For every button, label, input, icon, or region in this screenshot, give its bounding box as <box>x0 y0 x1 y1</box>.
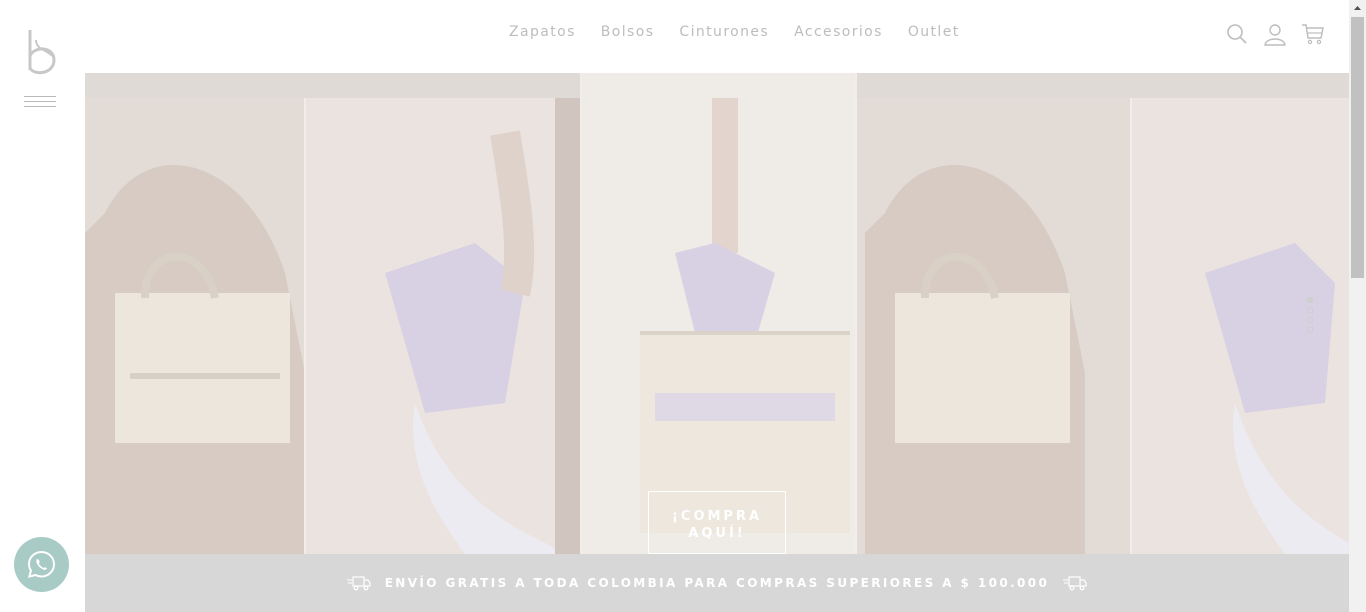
nav-item-cinturones[interactable]: Cinturones <box>679 24 769 40</box>
header-icons <box>1225 22 1325 46</box>
page-scrollbar[interactable] <box>1349 0 1366 612</box>
nav-item-accesorios[interactable]: Accesorios <box>794 24 883 40</box>
cta-line-2: AQUÍ! <box>688 526 746 541</box>
free-shipping-text: ENVÍO GRATIS A TODA COLOMBIA PARA COMPRA… <box>384 576 1050 590</box>
whatsapp-button[interactable] <box>14 537 69 592</box>
truck-icon <box>1063 576 1087 591</box>
slider-dot[interactable] <box>1307 317 1313 323</box>
hero-image <box>85 73 1349 554</box>
cart-icon[interactable] <box>1301 22 1325 46</box>
nav-item-zapatos[interactable]: Zapatos <box>509 24 576 40</box>
slider-dots <box>1307 297 1313 333</box>
shop-now-button[interactable]: ¡COMPRA AQUÍ! <box>648 491 786 554</box>
cta-line-1: ¡COMPRA <box>671 509 763 524</box>
slider-dot[interactable] <box>1307 297 1313 303</box>
hamburger-line <box>24 106 56 107</box>
brand-logo[interactable] <box>24 28 60 78</box>
slider-dot[interactable] <box>1307 327 1313 333</box>
scroll-up-arrow-icon[interactable] <box>1349 0 1366 17</box>
search-icon[interactable] <box>1225 22 1249 46</box>
free-shipping-bar: ENVÍO GRATIS A TODA COLOMBIA PARA COMPRA… <box>85 554 1349 612</box>
whatsapp-icon <box>27 550 56 578</box>
main-nav: Zapatos Bolsos Cinturones Accesorios Out… <box>509 24 960 40</box>
nav-item-bolsos[interactable]: Bolsos <box>601 24 655 40</box>
hamburger-menu-button[interactable] <box>24 96 56 116</box>
hero-banner[interactable]: ¡COMPRA AQUÍ! <box>85 73 1349 554</box>
top-header: Zapatos Bolsos Cinturones Accesorios Out… <box>85 0 1349 73</box>
page: Zapatos Bolsos Cinturones Accesorios Out… <box>0 0 1366 612</box>
hamburger-line <box>24 101 56 102</box>
nav-item-outlet[interactable]: Outlet <box>908 24 960 40</box>
hamburger-line <box>24 96 56 97</box>
scrollbar-thumb[interactable] <box>1351 17 1364 278</box>
left-rail <box>0 0 85 612</box>
truck-icon <box>346 576 371 591</box>
user-icon[interactable] <box>1263 22 1287 46</box>
slider-dot[interactable] <box>1307 307 1313 313</box>
